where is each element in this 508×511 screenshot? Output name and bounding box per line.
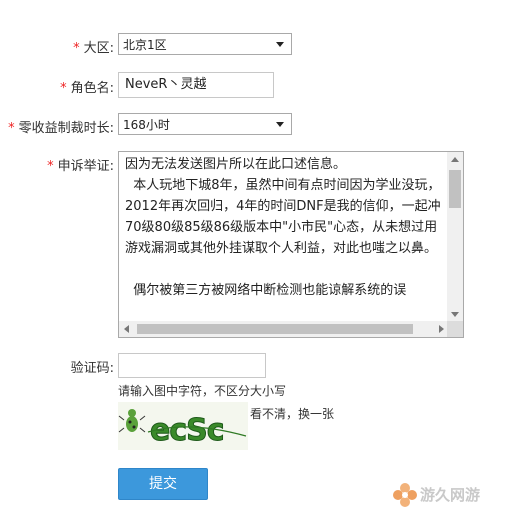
- ban-duration-label: * 零收益制裁时长:: [8, 121, 114, 136]
- appeal-text: 因为无法发送图片所以在此口述信息。 本人玩地下城8年，虽然中间有点时间因为学业没…: [125, 157, 441, 298]
- captcha-image-text: ecSc: [150, 413, 224, 448]
- ban-duration-select[interactable]: 168小时: [118, 113, 292, 135]
- captcha-input[interactable]: [118, 353, 266, 378]
- required-mark: *: [73, 41, 80, 56]
- scroll-up-icon[interactable]: [451, 157, 459, 162]
- chevron-down-icon: [276, 122, 284, 127]
- role-name-label: * 角色名:: [60, 81, 114, 96]
- submit-button[interactable]: 提交: [118, 468, 208, 500]
- resize-corner: [447, 321, 463, 337]
- captcha-refresh-link[interactable]: 看不清，换一张: [250, 405, 334, 422]
- required-mark: *: [47, 159, 54, 174]
- scroll-right-icon[interactable]: [439, 325, 444, 333]
- scroll-down-icon[interactable]: [451, 312, 459, 317]
- scroll-left-icon[interactable]: [124, 325, 129, 333]
- role-name-value: NeveR丶灵越: [125, 77, 207, 92]
- flower-logo-icon: [393, 483, 417, 507]
- watermark-text: 游久网游: [420, 486, 481, 504]
- watermark: 游久网游: [390, 480, 508, 510]
- region-select-value: 北京1区: [123, 38, 167, 52]
- ban-duration-value: 168小时: [123, 118, 170, 132]
- captcha-image: ecSc: [118, 402, 248, 450]
- chevron-down-icon: [276, 42, 284, 47]
- horizontal-scrollbar[interactable]: [119, 321, 449, 337]
- captcha-hint: 请输入图中字符，不区分大小写: [118, 384, 287, 398]
- vertical-scrollbar[interactable]: [447, 152, 463, 322]
- captcha-label: 验证码:: [70, 361, 114, 376]
- appeal-label: * 申诉举证:: [47, 159, 114, 174]
- role-name-field[interactable]: NeveR丶灵越: [118, 72, 274, 98]
- required-mark: *: [60, 81, 67, 96]
- scroll-thumb[interactable]: [449, 170, 461, 208]
- required-mark: *: [8, 121, 15, 136]
- scroll-thumb-horizontal[interactable]: [137, 324, 413, 334]
- region-label: * 大区:: [73, 41, 114, 56]
- region-select[interactable]: 北京1区: [118, 33, 292, 55]
- appeal-textarea[interactable]: 因为无法发送图片所以在此口述信息。 本人玩地下城8年，虽然中间有点时间因为学业没…: [118, 151, 464, 338]
